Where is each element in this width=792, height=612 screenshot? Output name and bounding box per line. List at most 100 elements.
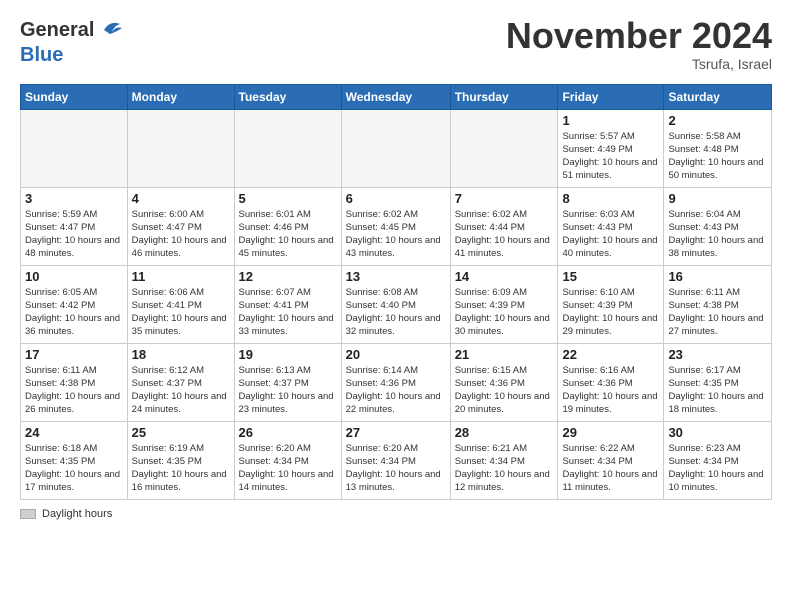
day-number: 17 bbox=[25, 347, 123, 362]
calendar-day-cell: 1Sunrise: 5:57 AM Sunset: 4:49 PM Daylig… bbox=[558, 109, 664, 187]
day-info: Sunrise: 6:11 AM Sunset: 4:38 PM Dayligh… bbox=[25, 364, 123, 417]
day-number: 9 bbox=[668, 191, 767, 206]
day-number: 3 bbox=[25, 191, 123, 206]
calendar-body: 1Sunrise: 5:57 AM Sunset: 4:49 PM Daylig… bbox=[21, 109, 772, 499]
calendar-day-cell bbox=[234, 109, 341, 187]
calendar-day-cell: 7 Sunrise: 6:02 AM Sunset: 4:44 PM Daylig… bbox=[450, 187, 558, 265]
calendar-dow-header: Friday bbox=[558, 84, 664, 109]
calendar-day-cell: 26 Sunrise: 6:20 AM Sunset: 4:34 PM Dayli… bbox=[234, 421, 341, 499]
calendar-dow-header: Tuesday bbox=[234, 84, 341, 109]
legend-box bbox=[20, 509, 36, 519]
legend: Daylight hours bbox=[20, 508, 772, 520]
day-info: Sunrise: 5:57 AM Sunset: 4:49 PM Dayligh… bbox=[562, 130, 659, 183]
calendar-day-cell: 18 Sunrise: 6:12 AM Sunset: 4:37 PM Dayli… bbox=[127, 343, 234, 421]
calendar-day-cell: 17 Sunrise: 6:11 AM Sunset: 4:38 PM Dayli… bbox=[21, 343, 128, 421]
calendar-day-cell: 30 Sunrise: 6:23 AM Sunset: 4:34 PM Dayli… bbox=[664, 421, 772, 499]
calendar-week-row: 24 Sunrise: 6:18 AM Sunset: 4:35 PM Dayli… bbox=[21, 421, 772, 499]
calendar-day-cell: 25 Sunrise: 6:19 AM Sunset: 4:35 PM Dayli… bbox=[127, 421, 234, 499]
day-info: Sunrise: 6:20 AM Sunset: 4:34 PM Dayligh… bbox=[346, 442, 446, 495]
day-number: 21 bbox=[455, 347, 554, 362]
day-number: 26 bbox=[239, 425, 337, 440]
day-info: Sunrise: 6:10 AM Sunset: 4:39 PM Dayligh… bbox=[562, 286, 659, 339]
day-info: Sunrise: 5:58 AM Sunset: 4:48 PM Dayligh… bbox=[668, 130, 767, 183]
calendar-day-cell: 9 Sunrise: 6:04 AM Sunset: 4:43 PM Daylig… bbox=[664, 187, 772, 265]
day-info: Sunrise: 6:15 AM Sunset: 4:36 PM Dayligh… bbox=[455, 364, 554, 417]
calendar-day-cell: 2 Sunrise: 5:58 AM Sunset: 4:48 PM Daylig… bbox=[664, 109, 772, 187]
calendar-week-row: 10 Sunrise: 6:05 AM Sunset: 4:42 PM Dayli… bbox=[21, 265, 772, 343]
day-info: Sunrise: 6:16 AM Sunset: 4:36 PM Dayligh… bbox=[562, 364, 659, 417]
calendar-day-cell: 27 Sunrise: 6:20 AM Sunset: 4:34 PM Dayli… bbox=[341, 421, 450, 499]
calendar-week-row: 17 Sunrise: 6:11 AM Sunset: 4:38 PM Dayli… bbox=[21, 343, 772, 421]
day-info: Sunrise: 6:04 AM Sunset: 4:43 PM Dayligh… bbox=[668, 208, 767, 261]
calendar-dow-header: Wednesday bbox=[341, 84, 450, 109]
calendar-day-cell: 16 Sunrise: 6:11 AM Sunset: 4:38 PM Dayli… bbox=[664, 265, 772, 343]
day-number: 28 bbox=[455, 425, 554, 440]
day-number: 11 bbox=[132, 269, 230, 284]
day-number: 5 bbox=[239, 191, 337, 206]
day-number: 27 bbox=[346, 425, 446, 440]
day-number: 12 bbox=[239, 269, 337, 284]
day-info: Sunrise: 6:11 AM Sunset: 4:38 PM Dayligh… bbox=[668, 286, 767, 339]
calendar-day-cell: 3 Sunrise: 5:59 AM Sunset: 4:47 PM Daylig… bbox=[21, 187, 128, 265]
calendar-day-cell: 15 Sunrise: 6:10 AM Sunset: 4:39 PM Dayli… bbox=[558, 265, 664, 343]
day-number: 14 bbox=[455, 269, 554, 284]
day-number: 23 bbox=[668, 347, 767, 362]
day-info: Sunrise: 5:59 AM Sunset: 4:47 PM Dayligh… bbox=[25, 208, 123, 261]
calendar-day-cell: 12 Sunrise: 6:07 AM Sunset: 4:41 PM Dayli… bbox=[234, 265, 341, 343]
calendar-day-cell bbox=[341, 109, 450, 187]
calendar-day-cell bbox=[450, 109, 558, 187]
day-number: 2 bbox=[668, 113, 767, 128]
day-info: Sunrise: 6:02 AM Sunset: 4:45 PM Dayligh… bbox=[346, 208, 446, 261]
day-number: 24 bbox=[25, 425, 123, 440]
calendar-day-cell: 21 Sunrise: 6:15 AM Sunset: 4:36 PM Dayli… bbox=[450, 343, 558, 421]
day-info: Sunrise: 6:17 AM Sunset: 4:35 PM Dayligh… bbox=[668, 364, 767, 417]
calendar-header-row: SundayMondayTuesdayWednesdayThursdayFrid… bbox=[21, 84, 772, 109]
day-number: 8 bbox=[562, 191, 659, 206]
calendar-day-cell: 6 Sunrise: 6:02 AM Sunset: 4:45 PM Daylig… bbox=[341, 187, 450, 265]
calendar-dow-header: Monday bbox=[127, 84, 234, 109]
day-info: Sunrise: 6:09 AM Sunset: 4:39 PM Dayligh… bbox=[455, 286, 554, 339]
day-info: Sunrise: 6:19 AM Sunset: 4:35 PM Dayligh… bbox=[132, 442, 230, 495]
calendar-table: SundayMondayTuesdayWednesdayThursdayFrid… bbox=[20, 84, 772, 500]
day-info: Sunrise: 6:12 AM Sunset: 4:37 PM Dayligh… bbox=[132, 364, 230, 417]
calendar-day-cell: 10 Sunrise: 6:05 AM Sunset: 4:42 PM Dayli… bbox=[21, 265, 128, 343]
calendar-dow-header: Sunday bbox=[21, 84, 128, 109]
calendar-day-cell: 29Sunrise: 6:22 AM Sunset: 4:34 PM Dayli… bbox=[558, 421, 664, 499]
logo-general: General bbox=[20, 19, 94, 41]
day-number: 29 bbox=[562, 425, 659, 440]
day-number: 4 bbox=[132, 191, 230, 206]
calendar-dow-header: Saturday bbox=[664, 84, 772, 109]
day-info: Sunrise: 6:20 AM Sunset: 4:34 PM Dayligh… bbox=[239, 442, 337, 495]
day-info: Sunrise: 6:18 AM Sunset: 4:35 PM Dayligh… bbox=[25, 442, 123, 495]
day-number: 15 bbox=[562, 269, 659, 284]
day-info: Sunrise: 6:13 AM Sunset: 4:37 PM Dayligh… bbox=[239, 364, 337, 417]
day-number: 6 bbox=[346, 191, 446, 206]
calendar-day-cell: 5 Sunrise: 6:01 AM Sunset: 4:46 PM Daylig… bbox=[234, 187, 341, 265]
day-number: 18 bbox=[132, 347, 230, 362]
calendar-day-cell: 23 Sunrise: 6:17 AM Sunset: 4:35 PM Dayli… bbox=[664, 343, 772, 421]
location: Tsrufa, Israel bbox=[506, 56, 772, 72]
day-info: Sunrise: 6:05 AM Sunset: 4:42 PM Dayligh… bbox=[25, 286, 123, 339]
calendar-day-cell: 11Sunrise: 6:06 AM Sunset: 4:41 PM Dayli… bbox=[127, 265, 234, 343]
logo: General Blue bbox=[20, 16, 124, 66]
day-info: Sunrise: 6:07 AM Sunset: 4:41 PM Dayligh… bbox=[239, 286, 337, 339]
logo-blue: Blue bbox=[20, 44, 124, 66]
calendar-day-cell bbox=[21, 109, 128, 187]
page: General Blue November 2024 Tsrufa, Israe… bbox=[0, 0, 792, 530]
day-info: Sunrise: 6:14 AM Sunset: 4:36 PM Dayligh… bbox=[346, 364, 446, 417]
day-number: 25 bbox=[132, 425, 230, 440]
calendar-day-cell: 4Sunrise: 6:00 AM Sunset: 4:47 PM Daylig… bbox=[127, 187, 234, 265]
day-number: 7 bbox=[455, 191, 554, 206]
day-info: Sunrise: 6:08 AM Sunset: 4:40 PM Dayligh… bbox=[346, 286, 446, 339]
day-info: Sunrise: 6:03 AM Sunset: 4:43 PM Dayligh… bbox=[562, 208, 659, 261]
day-info: Sunrise: 6:21 AM Sunset: 4:34 PM Dayligh… bbox=[455, 442, 554, 495]
day-info: Sunrise: 6:01 AM Sunset: 4:46 PM Dayligh… bbox=[239, 208, 337, 261]
day-info: Sunrise: 6:23 AM Sunset: 4:34 PM Dayligh… bbox=[668, 442, 767, 495]
day-number: 10 bbox=[25, 269, 123, 284]
month-title: November 2024 bbox=[506, 16, 772, 56]
day-number: 16 bbox=[668, 269, 767, 284]
calendar-day-cell: 24 Sunrise: 6:18 AM Sunset: 4:35 PM Dayli… bbox=[21, 421, 128, 499]
calendar-day-cell: 28 Sunrise: 6:21 AM Sunset: 4:34 PM Dayli… bbox=[450, 421, 558, 499]
day-number: 30 bbox=[668, 425, 767, 440]
day-info: Sunrise: 6:02 AM Sunset: 4:44 PM Dayligh… bbox=[455, 208, 554, 261]
